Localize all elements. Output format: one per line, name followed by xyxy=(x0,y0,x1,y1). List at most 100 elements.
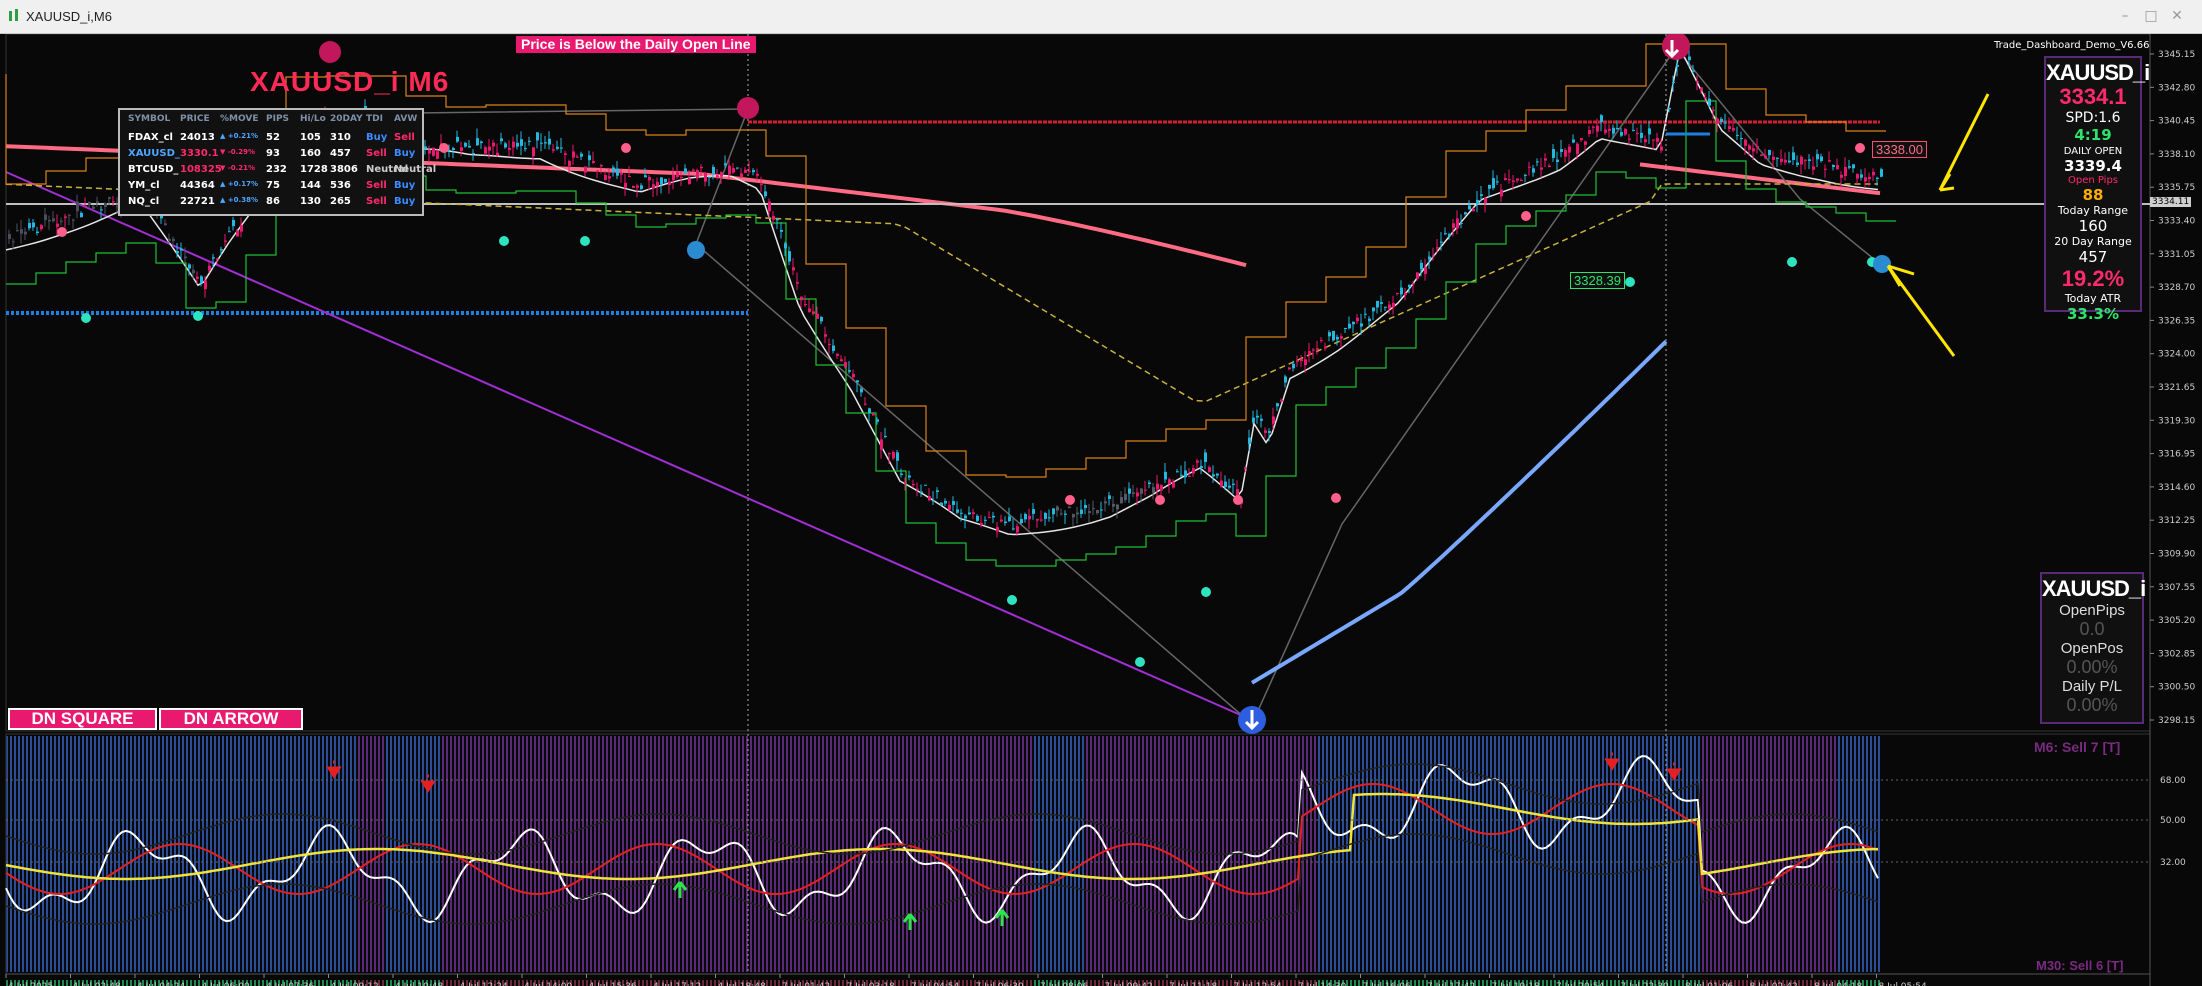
candle-body xyxy=(744,169,747,173)
price-tick-label: 3335.75 xyxy=(2158,183,2195,193)
histogram-bar xyxy=(430,736,432,972)
histogram-bar xyxy=(1714,736,1716,972)
histogram-bar xyxy=(66,736,68,972)
watchlist-row[interactable]: NQ_cl 22721 ▲ +0.38% 86 130 265 Sell Buy xyxy=(120,196,422,210)
major-high-marker xyxy=(737,97,759,119)
candle-body xyxy=(1792,152,1795,160)
candle-body xyxy=(644,175,647,178)
mtf-bar xyxy=(130,980,132,986)
candle-body xyxy=(1176,471,1179,473)
watchlist-row[interactable]: YM_cl 44364 ▲ +0.17% 75 144 536 Sell Buy xyxy=(120,180,422,194)
histogram-bar xyxy=(962,736,964,972)
candle-body xyxy=(1468,205,1471,210)
histogram-bar xyxy=(410,736,412,972)
candle-body xyxy=(1232,483,1235,485)
candle-body xyxy=(72,219,75,221)
candle-body xyxy=(1136,492,1139,497)
histogram-bar xyxy=(1126,736,1128,972)
mtf-bar xyxy=(1802,980,1804,986)
watchlist-cell-symbol: YM_cl xyxy=(128,180,160,191)
histogram-bar xyxy=(1738,736,1740,972)
candle-body xyxy=(1280,400,1283,402)
watchlist-cell-symbol: NQ_cl xyxy=(128,196,160,207)
candle-body xyxy=(828,343,831,345)
candle-body xyxy=(1852,164,1855,169)
dn-arrow-button[interactable]: DN ARROW xyxy=(159,708,303,730)
dn-square-button[interactable]: DN SQUARE xyxy=(8,708,157,730)
mtf-bar xyxy=(1162,980,1164,986)
histogram-bar xyxy=(1654,736,1656,972)
candle-body xyxy=(1404,292,1407,296)
candle-body xyxy=(864,403,867,405)
candle-body xyxy=(1752,148,1755,152)
today-range-value: 160 xyxy=(2078,217,2108,235)
histogram-bar xyxy=(1710,736,1712,972)
candle-body xyxy=(196,276,199,279)
open-pos-label: OpenPos xyxy=(2060,640,2124,657)
candle-body xyxy=(200,276,203,283)
histogram-bar xyxy=(1254,736,1256,972)
candle-body xyxy=(1036,519,1039,521)
watchlist-header-20day: 20DAY xyxy=(330,114,363,124)
candle-body xyxy=(1872,171,1875,176)
price-tick-label: 3305.20 xyxy=(2158,616,2195,626)
dashboard-timer: 4:19 xyxy=(2074,126,2112,144)
price-tick-label: 3316.95 xyxy=(2158,450,2195,460)
minimize-icon[interactable]: – xyxy=(2114,6,2136,26)
mtf-bar xyxy=(1678,980,1680,986)
watchlist-row[interactable]: BTCUSD_ 108325 ▼ -0.21% 232 1728 3806 Neutral N… xyxy=(120,164,436,178)
candle-body xyxy=(1868,176,1871,180)
mtf-bar xyxy=(318,980,320,986)
candle-body xyxy=(1292,363,1295,369)
histogram-bar xyxy=(1510,736,1512,972)
candle-body xyxy=(68,214,71,216)
histogram-bar xyxy=(14,736,16,972)
candle-body xyxy=(1188,475,1191,477)
candle-body xyxy=(1004,521,1007,524)
histogram-bar xyxy=(1330,736,1332,972)
watchlist-cell-move: ▲ +0.38% xyxy=(220,196,258,204)
candle-body xyxy=(1516,178,1519,181)
maximize-icon[interactable]: □ xyxy=(2140,6,2162,26)
candle-body xyxy=(940,502,943,506)
histogram-bar xyxy=(1618,736,1620,972)
watchlist-row[interactable]: XAUUSD_ 3330.1 ▼ -0.29% 93 160 457 Sell Buy xyxy=(120,148,422,162)
mtf-bar xyxy=(1670,980,1672,986)
candle-body xyxy=(668,181,671,185)
candle-body xyxy=(1168,479,1171,485)
histogram-bar xyxy=(1154,736,1156,972)
mtf-bar xyxy=(646,980,648,986)
histogram-bar xyxy=(206,736,208,972)
mtf-bar xyxy=(966,980,968,986)
histogram-bar xyxy=(650,736,652,972)
candle-body xyxy=(592,161,595,163)
candle-body xyxy=(1052,508,1055,515)
candle-body xyxy=(816,313,819,319)
histogram-bar xyxy=(1730,736,1732,972)
watchlist-row[interactable]: FDAX_cl 24013 ▲ +0.21% 52 105 310 Buy Sell xyxy=(120,132,422,146)
histogram-bar xyxy=(1870,736,1872,972)
close-icon[interactable]: ✕ xyxy=(2166,6,2188,26)
candle-body xyxy=(776,218,779,221)
candle-body xyxy=(1716,118,1719,124)
mtf-bar xyxy=(450,980,452,986)
mtf-bar xyxy=(1218,980,1220,986)
candle-body xyxy=(664,178,667,183)
histogram-bar xyxy=(1718,736,1720,972)
histogram-bar xyxy=(546,736,548,972)
time-tick-label: 4 Jul 04:24 xyxy=(137,982,186,986)
histogram-bar xyxy=(1862,736,1864,972)
trade-dashboard: XAUUSD_i 3334.1 SPD:1.6 4:19 DAILY OPEN … xyxy=(2044,56,2150,323)
histogram-bar xyxy=(1574,736,1576,972)
candle-body xyxy=(1668,107,1671,110)
candle-body xyxy=(876,419,879,422)
candle-body xyxy=(20,229,23,234)
price-tick-label: 3312.25 xyxy=(2158,516,2195,526)
mtf-bar xyxy=(1358,980,1360,986)
histogram-bar xyxy=(1770,736,1772,972)
histogram-bar xyxy=(1150,736,1152,972)
price-tick-label: 3307.55 xyxy=(2158,583,2195,593)
candle-body xyxy=(1692,70,1695,72)
watchlist-cell-avw: Buy xyxy=(394,148,416,159)
histogram-bar xyxy=(1294,736,1296,972)
